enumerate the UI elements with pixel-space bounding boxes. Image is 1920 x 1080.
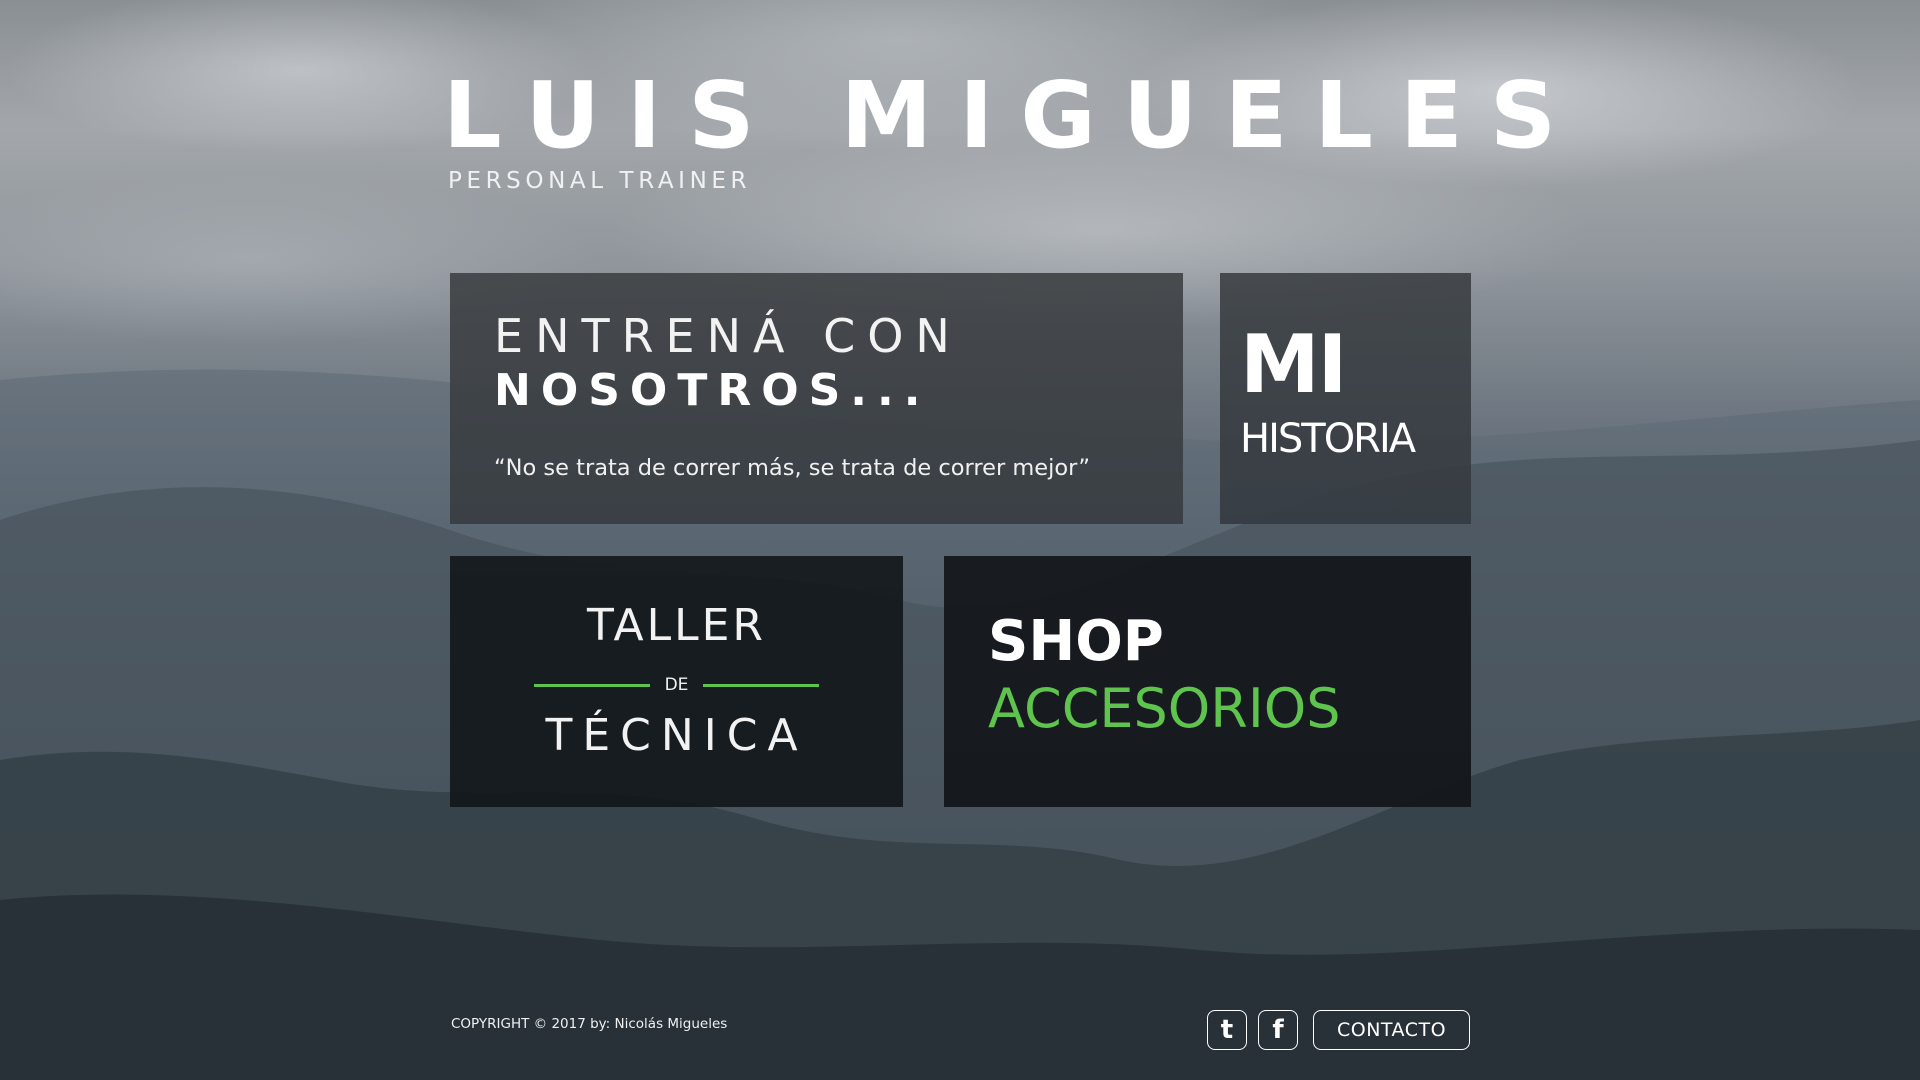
site-subtitle: PERSONAL TRAINER	[448, 168, 752, 194]
tumblr-icon: t	[1220, 1015, 1234, 1045]
divider-line-right	[703, 684, 819, 687]
tile-shop-subheading: ACCESORIOS	[988, 677, 1341, 740]
contact-button[interactable]: CONTACTO	[1313, 1010, 1470, 1050]
tile-shop-accesorios[interactable]: SHOP ACCESORIOS	[944, 556, 1471, 807]
facebook-icon: f	[1272, 1015, 1284, 1045]
tile-historia-heading: MI	[1240, 318, 1347, 411]
tile-taller-heading: TALLER	[587, 600, 766, 651]
tile-entrena-quote: “No se trata de correr más, se trata de …	[494, 455, 1090, 481]
tile-shop-heading: SHOP	[988, 609, 1164, 674]
tile-taller-divider: DE	[534, 673, 819, 697]
tile-taller-subheading: TÉCNICA	[545, 710, 808, 761]
tile-entrena-heading-bold: NOSOTROS...	[494, 365, 931, 416]
tile-taller-de-tecnica[interactable]: TALLER DE TÉCNICA	[450, 556, 903, 807]
tumblr-button[interactable]: t	[1207, 1010, 1247, 1050]
tile-mi-historia[interactable]: MI HISTORIA	[1220, 273, 1471, 524]
facebook-button[interactable]: f	[1258, 1010, 1298, 1050]
tile-entrena-con-nosotros[interactable]: ENTRENÁ CON NOSOTROS... “No se trata de …	[450, 273, 1183, 524]
site-title: LUIS MIGUELES	[443, 62, 1584, 169]
tile-historia-label: HISTORIA	[1240, 416, 1416, 462]
tile-entrena-heading: ENTRENÁ CON	[494, 309, 962, 363]
copyright-text: COPYRIGHT © 2017 by: Nicolás Migueles	[451, 1016, 728, 1032]
